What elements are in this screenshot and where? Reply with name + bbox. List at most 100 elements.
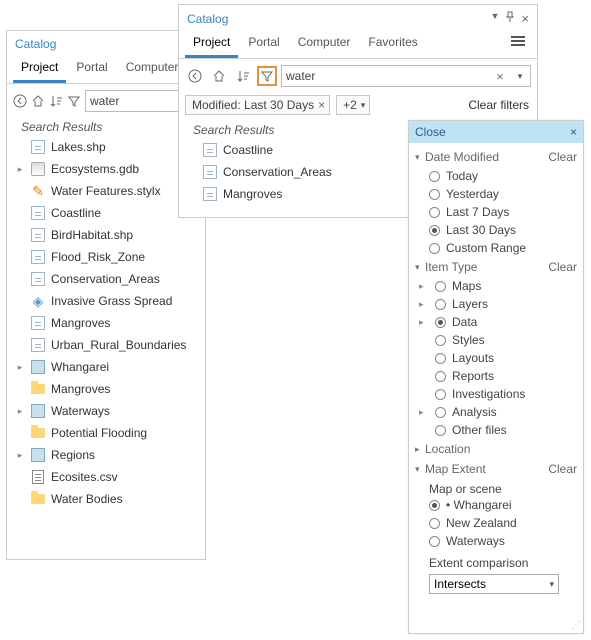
type-option[interactable]: Reports [415,367,577,385]
option-label: Other files [452,423,507,437]
option-label: Analysis [452,405,497,419]
result-item[interactable]: ✎Water Features.stylx [13,180,199,202]
date-option[interactable]: Today [415,167,577,185]
date-option[interactable]: Yesterday [415,185,577,203]
chip-remove-icon[interactable]: × [318,98,325,112]
option-label: Reports [452,369,494,383]
back-icon[interactable] [185,66,205,86]
radio-icon [429,500,440,511]
section-date-modified[interactable]: ▾ Date Modified Clear [415,147,577,167]
result-item[interactable]: ▸ Regions [13,444,199,466]
clear-link[interactable]: Clear [548,150,577,164]
tab-portal[interactable]: Portal [68,55,115,83]
item-label: Conservation_Areas [223,165,332,179]
type-option[interactable]: Other files [415,421,577,439]
close-label[interactable]: Close [415,125,446,139]
sort-icon[interactable] [233,66,253,86]
item-label: Lakes.shp [51,140,106,154]
item-label: Whangarei [51,360,109,374]
type-option[interactable]: ▸Data [415,313,577,331]
date-option[interactable]: Custom Range [415,239,577,257]
item-icon [29,227,47,243]
clear-link[interactable]: Clear [548,260,577,274]
item-icon [29,425,47,441]
extent-option[interactable]: Waterways [415,532,577,550]
extent-option[interactable]: • Whangarei [415,496,577,514]
search-input[interactable] [282,69,490,83]
result-item[interactable]: Ecosites.csv [13,466,199,488]
radio-icon [435,281,446,292]
option-label: Maps [452,279,481,293]
result-item[interactable]: Flood_Risk_Zone [13,246,199,268]
result-item[interactable]: Water Bodies [13,488,199,510]
result-item[interactable]: ▸Waterways [13,400,199,422]
home-icon[interactable] [31,91,45,111]
type-option[interactable]: Styles [415,331,577,349]
extent-comparison-select[interactable]: Intersects ▾ [429,574,559,594]
result-item[interactable]: Coastline [13,202,199,224]
section-item-type[interactable]: ▾ Item Type Clear [415,257,577,277]
expand-icon[interactable]: ▸ [15,450,25,461]
clear-link[interactable]: Clear [548,462,577,476]
clear-filters-link[interactable]: Clear filters [468,98,531,112]
result-item[interactable]: Conservation_Areas [13,268,199,290]
section-location[interactable]: ▸ Location [415,439,577,459]
date-options: TodayYesterdayLast 7 DaysLast 30 DaysCus… [415,167,577,257]
tab-project[interactable]: Project [13,55,66,83]
dropdown-icon[interactable]: ▼ [490,11,499,26]
result-item[interactable]: ◈Invasive Grass Spread [13,290,199,312]
tab-computer[interactable]: Computer [118,55,187,83]
section-title: Date Modified [425,150,499,164]
tab-favorites[interactable]: Favorites [360,30,425,58]
tab-portal[interactable]: Portal [240,30,287,58]
filter-icon[interactable] [257,66,277,86]
result-item[interactable]: Potential Flooding [13,422,199,444]
item-label: Urban_Rural_Boundaries [51,338,186,352]
home-icon[interactable] [209,66,229,86]
radio-icon [429,518,440,529]
tab-computer[interactable]: Computer [290,30,359,58]
expand-icon[interactable]: ▸ [15,406,25,417]
item-icon [29,469,47,485]
search-dropdown-icon[interactable]: ▾ [510,66,530,86]
result-item[interactable]: Lakes.shp [13,136,199,158]
date-option[interactable]: Last 30 Days [415,221,577,239]
close-icon[interactable]: × [521,11,529,26]
chip-label: +2 [343,98,357,112]
result-item[interactable]: Mangroves [13,312,199,334]
section-map-extent[interactable]: ▾ Map Extent Clear [415,459,577,479]
result-item[interactable]: Urban_Rural_Boundaries [13,334,199,356]
select-value: Intersects [434,577,486,591]
clear-search-icon[interactable]: × [490,66,510,86]
expand-icon[interactable]: ▸ [15,362,25,373]
tab-project[interactable]: Project [185,30,238,58]
radio-icon [435,299,446,310]
filter-chip-more[interactable]: +2 ▾ [336,95,370,115]
item-label: Regions [51,448,95,462]
pin-icon[interactable] [505,11,515,26]
type-option[interactable]: ▸Maps [415,277,577,295]
result-item[interactable]: ▸ Whangarei [13,356,199,378]
item-icon [29,271,47,287]
resize-grip-icon[interactable]: ⋰ [571,620,581,631]
chip-label: Modified: Last 30 Days [192,98,314,112]
pane-title-text: Catalog [187,12,228,26]
expand-icon[interactable]: ▸ [15,164,25,175]
sort-icon[interactable] [49,91,63,111]
result-item[interactable]: Mangroves [13,378,199,400]
type-option[interactable]: ▸Layers [415,295,577,313]
filter-chip-modified[interactable]: Modified: Last 30 Days × [185,95,330,115]
type-option[interactable]: ▸Analysis [415,403,577,421]
type-option[interactable]: Layouts [415,349,577,367]
type-option[interactable]: Investigations [415,385,577,403]
search-toolbar: × ▾ [179,59,537,91]
back-icon[interactable] [13,91,27,111]
result-item[interactable]: BirdHabitat.shp [13,224,199,246]
result-item[interactable]: ▸Ecosystems.gdb [13,158,199,180]
date-option[interactable]: Last 7 Days [415,203,577,221]
extent-option[interactable]: New Zealand [415,514,577,532]
filter-icon[interactable] [67,91,81,111]
close-icon[interactable]: × [570,125,577,139]
menu-icon[interactable] [511,30,531,58]
radio-icon [435,371,446,382]
